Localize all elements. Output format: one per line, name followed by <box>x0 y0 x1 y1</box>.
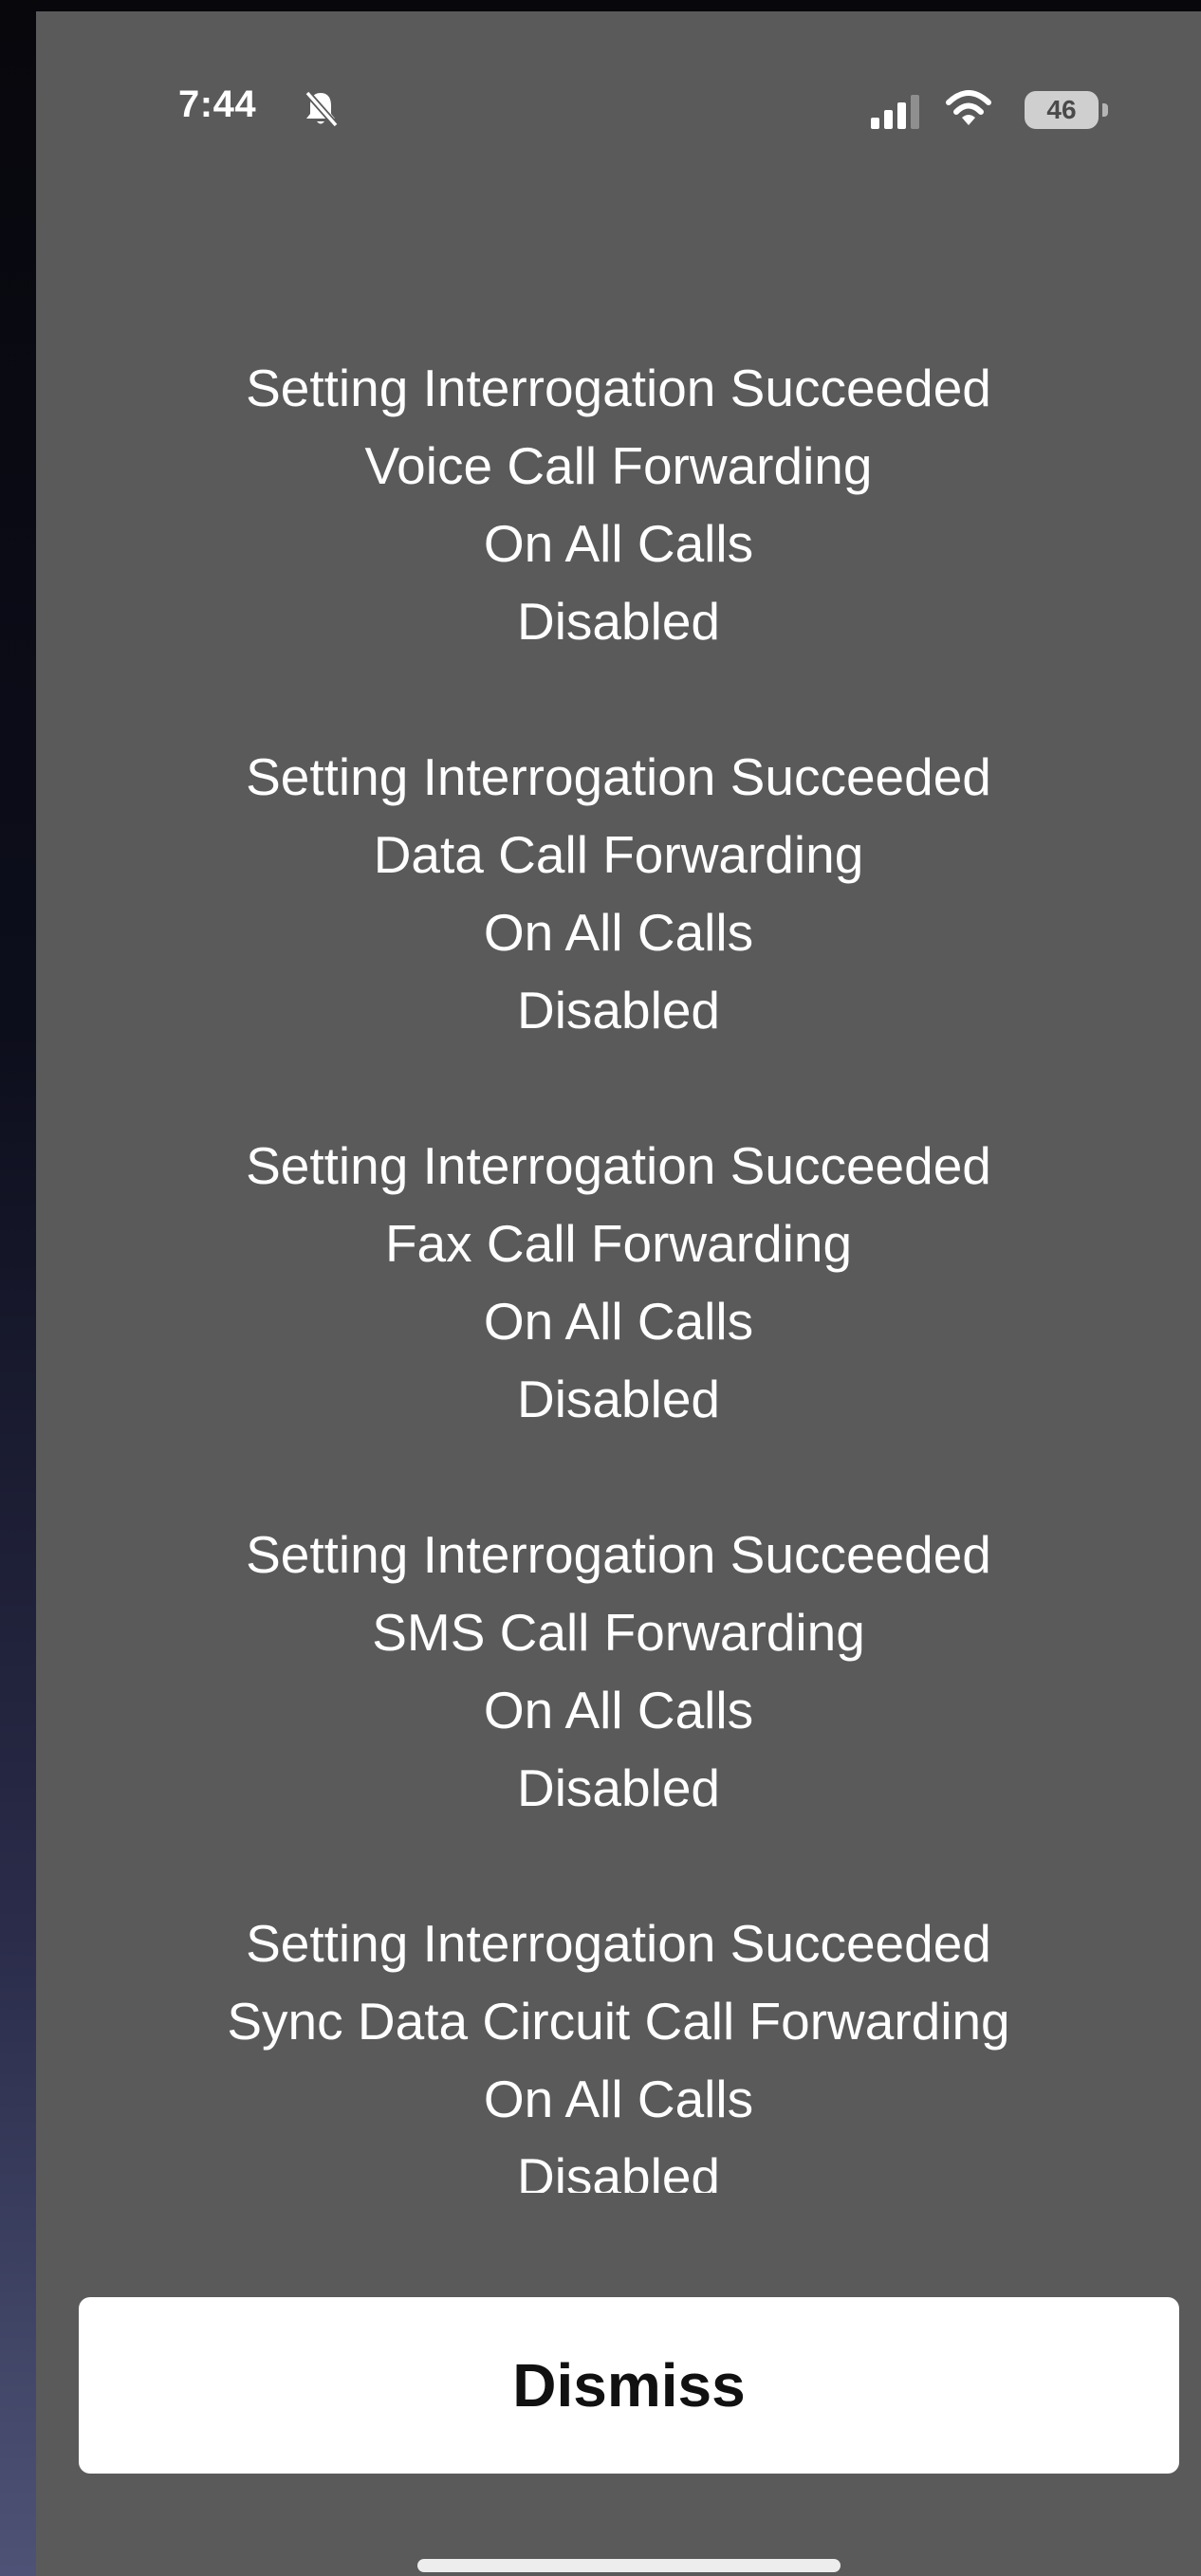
home-indicator[interactable] <box>417 2559 841 2572</box>
message-status-line: Setting Interrogation Succeeded <box>246 747 991 806</box>
message-condition-line: On All Calls <box>483 2070 754 2128</box>
message-condition-line: On All Calls <box>483 514 754 573</box>
message-block: Setting Interrogation Succeeded Data Call… <box>36 738 1201 1049</box>
message-block: Setting Interrogation Succeeded Sync Data… <box>36 1904 1201 2193</box>
dismiss-button[interactable]: Dismiss <box>79 2297 1179 2474</box>
message-block: Setting Interrogation Succeeded Voice Cal… <box>36 349 1201 660</box>
battery-tip <box>1102 103 1108 117</box>
battery-icon: 46 <box>1025 91 1112 129</box>
message-service-line: SMS Call Forwarding <box>372 1603 865 1662</box>
message-condition-line: On All Calls <box>483 903 754 962</box>
battery-level: 46 <box>1025 91 1099 129</box>
signal-icon <box>871 95 919 129</box>
message-status-line: Setting Interrogation Succeeded <box>246 1914 991 1973</box>
message-block: Setting Interrogation Succeeded Fax Call … <box>36 1127 1201 1438</box>
message-status-line: Setting Interrogation Succeeded <box>246 1136 991 1195</box>
message-state-line: Disabled <box>516 1758 720 1817</box>
message-service-line: Sync Data Circuit Call Forwarding <box>227 1992 1010 2051</box>
message-condition-line: On All Calls <box>483 1681 754 1739</box>
message-service-line: Data Call Forwarding <box>373 825 864 884</box>
message-status-line: Setting Interrogation Succeeded <box>246 1525 991 1584</box>
message-state-line: Disabled <box>516 1370 720 1428</box>
alert-sheet: 7:44 46 Setting Interrogation Succeeded V… <box>36 11 1201 2576</box>
alert-message: Setting Interrogation Succeeded Voice Cal… <box>36 349 1201 2193</box>
message-service-line: Fax Call Forwarding <box>384 1214 853 1273</box>
wifi-icon <box>946 90 991 125</box>
bell-slash-icon <box>305 90 339 128</box>
message-condition-line: On All Calls <box>483 1292 754 1351</box>
message-state-line: Disabled <box>516 592 720 651</box>
status-time: 7:44 <box>178 83 257 125</box>
message-state-line: Disabled <box>516 2147 720 2193</box>
message-service-line: Voice Call Forwarding <box>364 436 873 495</box>
screen: 7:44 46 Setting Interrogation Succeeded V… <box>0 0 1201 2576</box>
message-block: Setting Interrogation Succeeded SMS Call … <box>36 1516 1201 1827</box>
message-status-line: Setting Interrogation Succeeded <box>246 359 991 417</box>
message-state-line: Disabled <box>516 981 720 1040</box>
